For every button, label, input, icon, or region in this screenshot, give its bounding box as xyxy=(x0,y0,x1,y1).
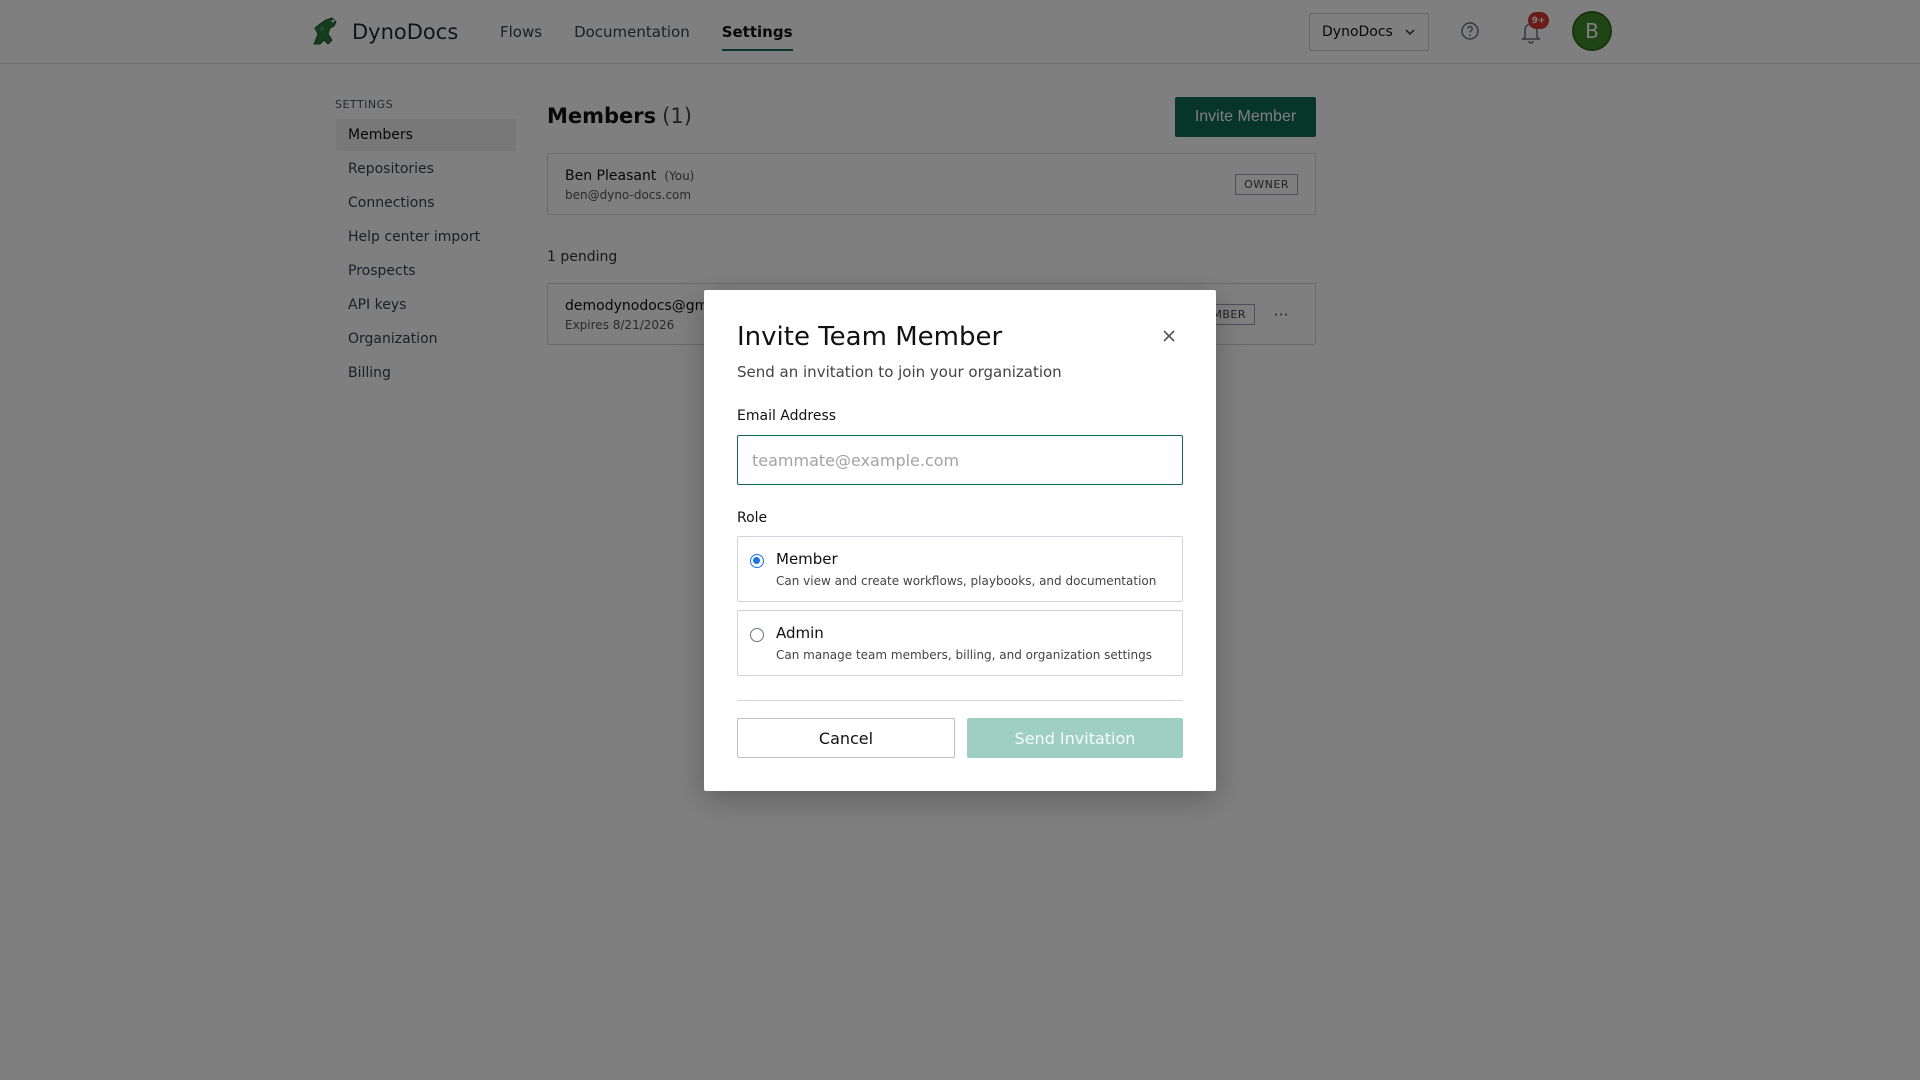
role-desc-admin: Can manage team members, billing, and or… xyxy=(776,648,1152,662)
send-invitation-button[interactable]: Send Invitation xyxy=(967,718,1183,758)
role-radio-member[interactable] xyxy=(750,554,764,568)
role-option-member[interactable]: Member Can view and create workflows, pl… xyxy=(737,536,1183,602)
role-radio-admin[interactable] xyxy=(750,628,764,642)
email-label: Email Address xyxy=(737,408,837,424)
role-name-admin: Admin xyxy=(776,624,824,642)
invite-modal: Invite Team Member Send an invitation to… xyxy=(704,290,1216,791)
role-name-member: Member xyxy=(776,550,838,568)
role-label: Role xyxy=(737,510,768,526)
modal-title: Invite Team Member xyxy=(737,322,1003,352)
role-option-admin[interactable]: Admin Can manage team members, billing, … xyxy=(737,610,1183,676)
cancel-button[interactable]: Cancel xyxy=(737,718,955,758)
role-desc-member: Can view and create workflows, playbooks… xyxy=(776,574,1157,588)
modal-subtitle: Send an invitation to join your organiza… xyxy=(737,363,1062,381)
email-input[interactable] xyxy=(737,435,1183,485)
close-icon[interactable] xyxy=(1159,326,1179,346)
modal-divider xyxy=(737,700,1183,701)
